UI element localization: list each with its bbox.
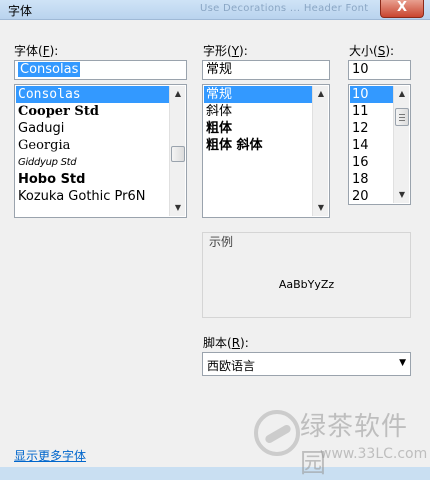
scroll-thumb[interactable] — [395, 108, 409, 126]
preview-sample-text: AaBbYyZz — [278, 278, 335, 291]
scroll-down-arrow-icon[interactable]: ▼ — [313, 200, 329, 216]
style-list-scrollbar[interactable]: ▲ ▼ — [312, 86, 328, 216]
style-label-accesskey: Y — [231, 44, 240, 58]
scroll-up-arrow-icon[interactable]: ▲ — [313, 86, 329, 102]
background-window-title: Use Decorations ... Header Font — [200, 3, 369, 14]
size-label-text: 大小( — [349, 44, 378, 58]
font-name-input[interactable]: Consolas — [14, 60, 187, 80]
script-select-value: 西欧语言 — [207, 359, 256, 373]
font-label: 字体(F): — [14, 42, 58, 59]
size-list-item[interactable]: 14 — [350, 137, 393, 154]
preview-legend: 示例 — [206, 233, 237, 250]
size-list-scrollbar[interactable]: ▲ ▼ — [393, 86, 409, 203]
window-title: 字体 — [8, 4, 33, 18]
size-list-item[interactable]: 18 — [350, 171, 393, 188]
scroll-down-arrow-icon[interactable]: ▼ — [170, 200, 186, 216]
font-style-input[interactable]: 常规 — [202, 60, 330, 80]
font-list-scrollbar[interactable]: ▲ ▼ — [169, 86, 185, 216]
scroll-up-arrow-icon[interactable]: ▲ — [170, 86, 186, 102]
chevron-down-icon[interactable]: ▼ — [399, 358, 406, 368]
scroll-up-arrow-icon[interactable]: ▲ — [394, 86, 410, 102]
script-select[interactable]: 西欧语言 ▼ — [202, 352, 411, 376]
script-label-text: 脚本( — [203, 336, 232, 350]
font-label-suffix: ): — [49, 44, 59, 58]
size-list-item[interactable]: 10 — [350, 86, 393, 103]
show-more-fonts-link[interactable]: 显示更多字体 — [14, 447, 86, 464]
style-list-item[interactable]: 常规 — [204, 86, 312, 103]
watermark: 绿茶软件园 www.33LC.com — [250, 402, 430, 479]
font-list-item[interactable]: Cooper Std — [16, 103, 169, 120]
watermark-logo-icon — [254, 410, 300, 456]
watermark-url: www.33LC.com — [320, 446, 428, 462]
font-label-accesskey: F — [42, 44, 50, 58]
style-label-text: 字形( — [203, 44, 232, 58]
font-list-item[interactable]: Gadugi — [16, 120, 169, 137]
size-list-item[interactable]: 11 — [350, 103, 393, 120]
font-list-item[interactable]: Hobo Std — [16, 171, 169, 188]
size-list-item[interactable]: 12 — [350, 120, 393, 137]
font-label-text: 字体( — [14, 44, 43, 58]
scroll-down-arrow-icon[interactable]: ▼ — [394, 187, 410, 203]
font-list-item[interactable]: Georgia — [16, 137, 169, 154]
style-list-item[interactable]: 粗体 斜体 — [204, 137, 312, 154]
font-size-list[interactable]: 10 11 12 14 16 18 20 ▲ ▼ — [348, 84, 411, 205]
script-label-suffix: ): — [240, 336, 249, 350]
size-label-suffix: ): — [385, 44, 395, 58]
font-list-item[interactable]: Kozuka Gothic Pr6N — [16, 188, 169, 205]
script-label-accesskey: R — [231, 336, 241, 350]
script-label: 脚本(R): — [203, 334, 249, 351]
font-style-list[interactable]: 常规 斜体 粗体 粗体 斜体 ▲ ▼ — [202, 84, 330, 218]
font-dialog: 字体 Use Decorations ... Header Font X 字体(… — [0, 0, 430, 479]
style-label: 字形(Y): — [203, 42, 248, 59]
font-name-input-value: Consolas — [18, 62, 81, 77]
style-list-item[interactable]: 斜体 — [204, 103, 312, 120]
font-list[interactable]: Consolas Cooper Std Gadugi Georgia Giddy… — [14, 84, 187, 218]
size-label: 大小(S): — [349, 42, 394, 59]
close-button[interactable]: X — [380, 0, 424, 18]
font-list-item[interactable]: Consolas — [16, 86, 169, 103]
title-bar[interactable]: 字体 Use Decorations ... Header Font X — [0, 0, 430, 20]
scroll-thumb[interactable] — [171, 146, 185, 162]
style-label-suffix: ): — [239, 44, 248, 58]
font-list-item[interactable]: Giddyup Std — [16, 154, 169, 171]
style-list-item[interactable]: 粗体 — [204, 120, 312, 137]
watermark-text: 绿茶软件园 — [300, 412, 409, 479]
font-size-input[interactable]: 10 — [348, 60, 411, 80]
size-list-item[interactable]: 16 — [350, 154, 393, 171]
size-list-item[interactable]: 20 — [350, 188, 393, 204]
